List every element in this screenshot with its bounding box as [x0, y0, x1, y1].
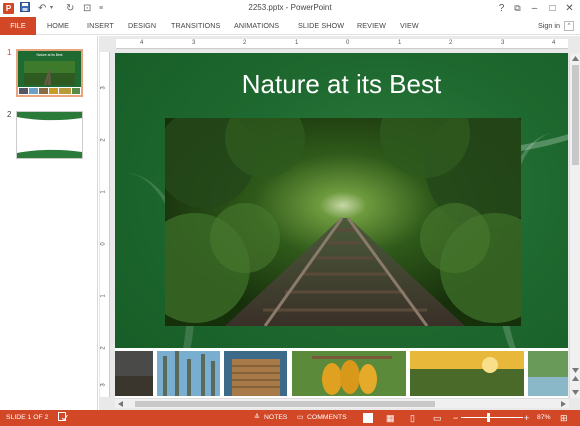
tab-file[interactable]: FILE: [0, 17, 36, 35]
title-bar: P ↶ ▾ ↻ ⊡ ≡ 2253.pptx - PowerPoint ? ⧉ –…: [0, 0, 580, 17]
tab-view[interactable]: VIEW: [400, 17, 419, 35]
strip-photo-sunset-forest[interactable]: [410, 351, 524, 396]
tab-insert[interactable]: INSERT: [87, 17, 114, 35]
strip-photo-wood[interactable]: [224, 351, 287, 396]
tab-slide-show[interactable]: SLIDE SHOW: [298, 17, 344, 35]
tab-transitions[interactable]: TRANSITIONS: [171, 17, 220, 35]
collapse-ribbon-icon[interactable]: ^: [564, 21, 574, 31]
help-icon[interactable]: ?: [493, 1, 510, 16]
slide-title[interactable]: Nature at its Best: [115, 69, 568, 100]
strip-photo-fruit[interactable]: [292, 351, 406, 396]
fit-slide-icon[interactable]: ⊞: [560, 410, 568, 426]
notes-button[interactable]: NOTES: [264, 410, 287, 426]
thumbnail-number: 2: [7, 110, 12, 119]
ruler-tick: 2: [243, 40, 247, 46]
slide-counter: SLIDE 1 OF 2: [6, 414, 49, 421]
zoom-slider[interactable]: [461, 417, 523, 418]
horizontal-scrollbar[interactable]: [115, 398, 569, 408]
photo-strip: [115, 348, 568, 398]
zoom-in-button[interactable]: +: [524, 410, 529, 426]
vertical-scrollbar[interactable]: [569, 53, 580, 398]
normal-view-icon[interactable]: [363, 413, 373, 423]
ribbon-tabs: FILE HOME INSERT DESIGN TRANSITIONS ANIM…: [0, 17, 580, 35]
ruler-tick: 3: [192, 40, 196, 46]
ruler-tick: 0: [346, 40, 350, 46]
slide-canvas[interactable]: Nature at its Best: [115, 53, 568, 398]
strip-photo-dark[interactable]: [115, 351, 153, 396]
ruler-tick: 1: [398, 40, 402, 46]
ribbon-display-icon[interactable]: ⧉: [509, 1, 526, 16]
zoom-slider-thumb[interactable]: [487, 413, 490, 422]
tab-design[interactable]: DESIGN: [128, 17, 156, 35]
slide-sorter-icon[interactable]: ▦: [386, 410, 395, 426]
spell-check-icon[interactable]: [58, 410, 68, 426]
tab-review[interactable]: REVIEW: [357, 17, 386, 35]
ruler-tick: 0: [100, 242, 107, 246]
zoom-out-button[interactable]: −: [453, 410, 458, 426]
notes-icon[interactable]: ≙: [254, 410, 260, 426]
ruler-tick: 2: [449, 40, 453, 46]
thumbnail-number: 1: [7, 48, 12, 57]
horizontal-ruler: 4 3 2 1 0 1 2 3 4: [116, 39, 568, 49]
ruler-tick: 1: [100, 190, 107, 194]
status-bar: SLIDE 1 OF 2 ≙ NOTES ▭ COMMENTS ▦ ▯ ▭ − …: [0, 410, 580, 426]
ruler-tick: 4: [552, 40, 556, 46]
sign-in-link[interactable]: Sign in: [538, 17, 560, 35]
maximize-icon[interactable]: □: [544, 1, 561, 16]
slide-thumbnail-2[interactable]: [16, 111, 83, 159]
comments-button[interactable]: COMMENTS: [307, 410, 347, 426]
ruler-tick: 1: [100, 294, 107, 298]
minimize-icon[interactable]: –: [526, 1, 543, 16]
ruler-tick: 4: [140, 40, 144, 46]
railway-photo[interactable]: [165, 118, 521, 326]
vertical-ruler: 3 2 1 0 1 2 3: [100, 52, 110, 397]
ruler-tick: 2: [100, 138, 107, 142]
slide-thumbnail-pane: 1 Nature at its Best 2: [0, 36, 98, 410]
tab-animations[interactable]: ANIMATIONS: [234, 17, 279, 35]
ruler-tick: 3: [100, 383, 107, 387]
slide-show-icon[interactable]: ▭: [433, 410, 442, 426]
comments-icon[interactable]: ▭: [297, 410, 303, 426]
ruler-tick: 3: [100, 86, 107, 90]
tab-home[interactable]: HOME: [47, 17, 69, 35]
reading-view-icon[interactable]: ▯: [410, 410, 415, 426]
ruler-tick: 3: [501, 40, 505, 46]
strip-photo-tall-trees[interactable]: [157, 351, 220, 396]
strip-photo-lake[interactable]: [528, 351, 568, 396]
ruler-tick: 2: [100, 346, 107, 350]
ruler-tick: 1: [295, 40, 299, 46]
zoom-level[interactable]: 87%: [537, 410, 551, 426]
slide-thumbnail-1[interactable]: Nature at its Best: [16, 49, 83, 97]
close-icon[interactable]: ✕: [561, 1, 578, 16]
thumbnail-title: Nature at its Best: [36, 53, 63, 57]
